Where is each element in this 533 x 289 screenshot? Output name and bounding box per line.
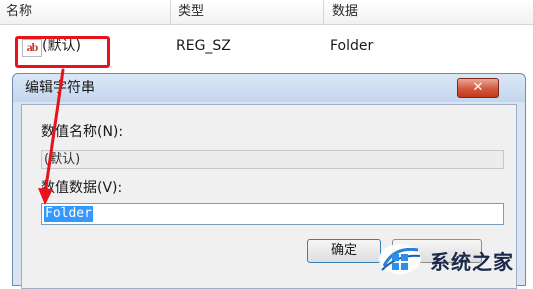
column-separator[interactable]	[170, 0, 171, 24]
ok-button[interactable]: 确定	[307, 239, 381, 263]
value-type-cell: REG_SZ	[176, 38, 231, 54]
selected-text: Folder	[44, 206, 93, 222]
column-header-type[interactable]: 类型	[172, 0, 204, 24]
column-header-data[interactable]: 数据	[326, 0, 358, 24]
close-button[interactable]: ✕	[457, 78, 499, 98]
value-data-input[interactable]: Folder	[41, 203, 504, 225]
dialog-titlebar[interactable]: 编辑字符串 ✕	[13, 74, 525, 102]
value-data-label: 数值数据(V):	[41, 180, 123, 196]
dialog-title: 编辑字符串	[25, 80, 95, 96]
column-separator[interactable]	[323, 0, 324, 24]
list-header: 名称 类型 数据	[0, 0, 533, 25]
column-header-name[interactable]: 名称	[0, 0, 32, 24]
watermark-text: 系统之家	[430, 250, 514, 274]
value-data-cell: Folder	[330, 38, 374, 54]
value-name-label: 数值名称(N):	[41, 124, 124, 140]
value-name-field: (默认)	[41, 150, 504, 169]
watermark: 系统之家	[378, 240, 533, 280]
highlight-box	[15, 36, 110, 68]
windows-logo-icon	[379, 244, 421, 274]
